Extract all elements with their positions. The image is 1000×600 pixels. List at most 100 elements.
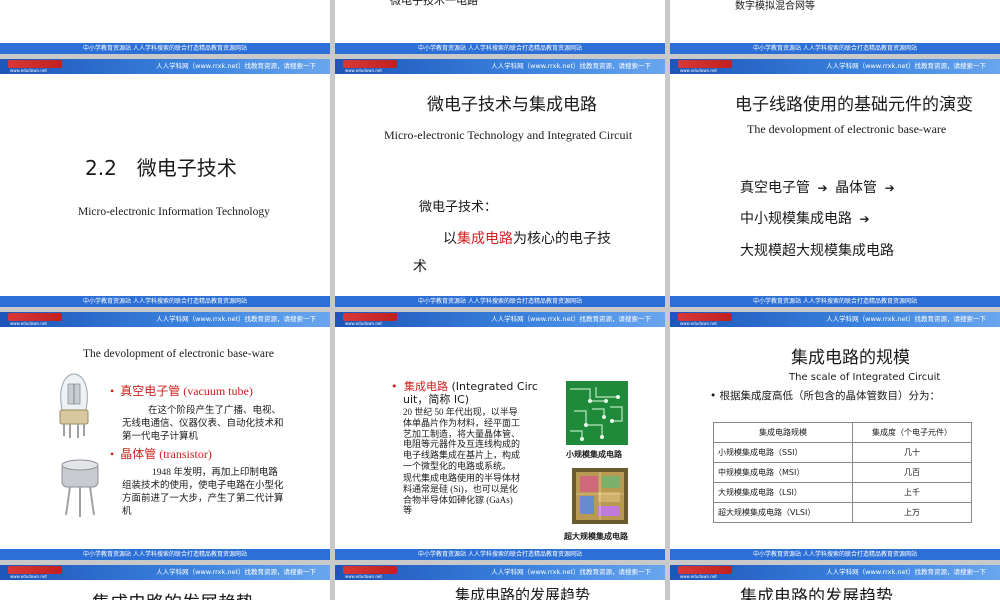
bullet-heading: 真空电子管 (vacuum tube)	[120, 384, 253, 398]
slide-footer: 中小学教育资源站 人人学科搜索的联合打造精品教育资源网站	[335, 549, 665, 560]
table-cell: 中规模集成电路（MSI）	[713, 462, 853, 483]
slide-ic-trend-3[interactable]: www.edudown.net 人人学科网（www.rrxk.net）找教育资源…	[670, 565, 1000, 600]
ic-p2-line: 现代集成电路使用的半导体材	[403, 473, 521, 483]
scale-description: • 根据集成度高低（所包含的晶体管数目）分为：	[710, 390, 941, 402]
vacuum-tube-image	[59, 373, 89, 438]
partial-text: 数字模拟混合网等	[735, 1, 815, 12]
table-cell: 上万	[852, 502, 972, 523]
ic-paragraph-2: 现代集成电路使用的半导体材 料通常是硅 (Si)，也可以是化 合物半导体如砷化镓…	[403, 473, 520, 516]
header-banner: 人人学科网（www.rrxk.net）找教育资源，请搜索一下	[491, 62, 651, 70]
ssi-msi-label: 中小规模集成电路	[740, 212, 852, 227]
site-logo	[343, 566, 397, 574]
table-cell: 超大规模集成电路（VLSI）	[713, 502, 853, 523]
slide-footer: 中小学教育资源站 人人学科搜索的联合打造精品教育资源网站	[0, 296, 330, 307]
slide-header: www.edudown.net 人人学科网（www.rrxk.net）找教育资源…	[0, 565, 330, 580]
table-row: 小规模集成电路（SSI） 几十	[713, 442, 972, 463]
ic-paragraph-1: 20 世纪 50 年代出现，以半导 体单晶片作为材料，经平面工 艺加工制造，将大…	[403, 407, 520, 472]
slide-title: 电子线路使用的基础元件的演变	[735, 95, 973, 114]
logo-url: www.edudown.net	[680, 321, 717, 326]
slide-title: 集成电路的发展趋势	[740, 587, 893, 600]
slide-subtitle: The devolopment of electronic base-ware	[747, 122, 947, 136]
table-cell: 大规模集成电路（LSI）	[713, 482, 853, 503]
definition-wrap: 术	[413, 260, 427, 275]
header-banner: 人人学科网（www.rrxk.net）找教育资源，请搜索一下	[826, 315, 986, 323]
slide-title: 2.2 微电子技术	[85, 156, 237, 180]
transistor-desc-2: 组装技术的使用，使电子电路在小型化	[122, 481, 284, 491]
logo-url: www.edudown.net	[345, 68, 382, 73]
slide-footer: 中小学教育资源站 人人学科搜索的联合打造精品教育资源网站	[0, 43, 330, 54]
site-logo	[678, 566, 732, 574]
slide-subtitle: The scale of Integrated Circuit	[789, 372, 941, 383]
ic-highlight: 集成电路	[457, 232, 513, 247]
slide-header: www.edudown.net 人人学科网（www.rrxk.net）找教育资源…	[335, 312, 665, 327]
header-banner: 人人学科网（www.rrxk.net）找教育资源，请搜索一下	[156, 315, 316, 323]
header-banner: 人人学科网（www.rrxk.net）找教育资源，请搜索一下	[491, 315, 651, 323]
site-logo	[678, 313, 732, 321]
slide-header: www.edudown.net 人人学科网（www.rrxk.net）找教育资源…	[670, 312, 1000, 327]
slide-header: www.edudown.net 人人学科网（www.rrxk.net）找教育资源…	[335, 565, 665, 580]
slide-subtitle: Micro-electronic Information Technology	[78, 206, 270, 218]
transistor-label: 晶体管	[835, 181, 878, 196]
logo-url: www.edudown.net	[10, 68, 47, 73]
slide-footer: 中小学教育资源站 人人学科搜索的联合打造精品教育资源网站	[670, 549, 1000, 560]
slide-row0-col1[interactable]: 中小学教育资源站 人人学科搜索的联合打造精品教育资源网站	[0, 0, 330, 54]
table-cell: 几十	[852, 442, 972, 463]
bullet-transistor: • 晶体管 (transistor)	[110, 445, 212, 462]
slide-vacuum-tube-transistor[interactable]: www.edudown.net 人人学科网（www.rrxk.net）找教育资源…	[0, 312, 330, 560]
evolution-line-2: 中小规模集成电路 ➔	[740, 208, 870, 228]
ssi-circuit-image	[566, 381, 628, 445]
site-logo	[343, 313, 397, 321]
header-banner: 人人学科网（www.rrxk.net）找教育资源，请搜索一下	[491, 568, 651, 576]
slide-title: 微电子技术与集成电路	[427, 95, 597, 114]
vacuum-tube-desc-2: 无线电通信、仪器仪表、自动化技术和	[122, 419, 284, 429]
ic-p1-line: 电子线路集成在基片上，构成	[403, 450, 521, 461]
logo-url: www.edudown.net	[10, 574, 47, 579]
arrow-right-icon: ➔	[884, 181, 895, 195]
logo-url: www.edudown.net	[680, 68, 717, 73]
arrow-right-icon: ➔	[859, 212, 870, 226]
arrow-right-icon: ➔	[817, 181, 828, 195]
header-banner: 人人学科网（www.rrxk.net）找教育资源，请搜索一下	[826, 62, 986, 70]
slide-microelectronics-and-ic[interactable]: www.edudown.net 人人学科网（www.rrxk.net）找教育资源…	[335, 59, 665, 307]
slide-ic-trend-1[interactable]: www.edudown.net 人人学科网（www.rrxk.net）找教育资源…	[0, 565, 330, 600]
slide-ic-scale[interactable]: www.edudown.net 人人学科网（www.rrxk.net）找教育资源…	[670, 312, 1000, 560]
bullet-icon: •	[110, 447, 115, 461]
slide-row0-col3[interactable]: 数字模拟混合网等 中小学教育资源站 人人学科搜索的联合打造精品教育资源网站	[670, 0, 1000, 54]
slide-footer: 中小学教育资源站 人人学科搜索的联合打造精品教育资源网站	[670, 296, 1000, 307]
ic-scale-table: 集成电路规模 集成度（个电子元件） 小规模集成电路（SSI） 几十 中规模集成电…	[713, 422, 972, 523]
table-row: 中规模集成电路（MSI） 几百	[713, 462, 972, 483]
evolution-line-1: 真空电子管 ➔ 晶体管 ➔	[740, 177, 895, 197]
slide-ic-trend-2[interactable]: www.edudown.net 人人学科网（www.rrxk.net）找教育资源…	[335, 565, 665, 600]
site-logo	[8, 60, 62, 68]
logo-url: www.edudown.net	[345, 321, 382, 326]
definition-suffix: 为核心的电子技	[513, 232, 611, 247]
site-logo	[678, 60, 732, 68]
ic-p1-line: 电阻等元器件及互连线构成的	[403, 439, 521, 450]
header-banner: 人人学科网（www.rrxk.net）找教育资源，请搜索一下	[156, 568, 316, 576]
bullet-vacuum-tube: • 真空电子管 (vacuum tube)	[110, 382, 253, 399]
logo-url: www.edudown.net	[680, 574, 717, 579]
slide-micro-electronic-tech[interactable]: www.edudown.net 人人学科网（www.rrxk.net）找教育资源…	[0, 59, 330, 307]
slide-header: www.edudown.net 人人学科网（www.rrxk.net）找教育资源…	[0, 59, 330, 74]
table-cell: 小规模集成电路（SSI）	[713, 442, 853, 463]
slide-title: The devolopment of electronic base-ware	[83, 348, 274, 360]
ic-p2-line: 料通常是硅 (Si)，也可以是化	[403, 483, 518, 494]
slide-footer: 中小学教育资源站 人人学科搜索的联合打造精品教育资源网站	[670, 43, 1000, 54]
slide-header: www.edudown.net 人人学科网（www.rrxk.net）找教育资源…	[670, 565, 1000, 580]
slide-integrated-circuit[interactable]: www.edudown.net 人人学科网（www.rrxk.net）找教育资源…	[335, 312, 665, 560]
bullet-icon: •	[391, 380, 398, 393]
slide-title: 集成电路的发展趋势	[455, 588, 591, 600]
evolution-line-3: 大规模超大规模集成电路	[740, 244, 894, 259]
table-header-cell: 集成电路规模	[713, 422, 853, 443]
ic-p2-line: 合物半导体如砷化镓 (GaAs)	[403, 494, 513, 505]
site-logo	[8, 566, 62, 574]
table-cell: 上千	[852, 482, 972, 503]
site-logo	[8, 313, 62, 321]
slide-row0-col2[interactable]: 微电子技术一电路 中小学教育资源站 人人学科搜索的联合打造精品教育资源网站	[335, 0, 665, 54]
table-row: 超大规模集成电路（VLSI） 上万	[713, 502, 972, 523]
slide-footer: 中小学教育资源站 人人学科搜索的联合打造精品教育资源网站	[335, 43, 665, 54]
slide-header: www.edudown.net 人人学科网（www.rrxk.net）找教育资源…	[670, 59, 1000, 74]
slide-base-component-evolution[interactable]: www.edudown.net 人人学科网（www.rrxk.net）找教育资源…	[670, 59, 1000, 307]
header-banner: 人人学科网（www.rrxk.net）找教育资源，请搜索一下	[826, 568, 986, 576]
vlsi-chip-image	[572, 468, 628, 524]
